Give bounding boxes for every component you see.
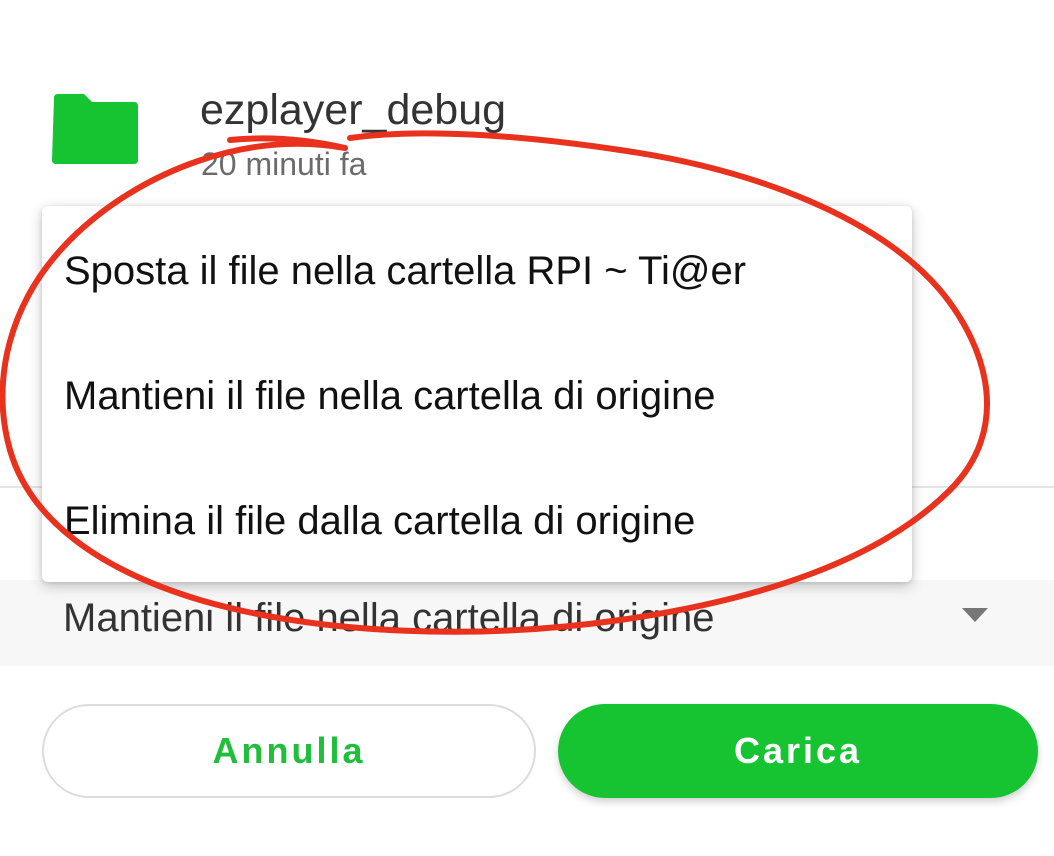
- menu-item-move[interactable]: Sposta il file nella cartella RPI ~ Ti@e…: [42, 209, 912, 334]
- menu-item-delete[interactable]: Elimina il file dalla cartella di origin…: [42, 459, 912, 584]
- menu-item-keep[interactable]: Mantieni il file nella cartella di origi…: [42, 334, 912, 459]
- upload-button[interactable]: Carica: [558, 704, 1038, 798]
- select-value: Mantieni il file nella cartella di origi…: [63, 596, 715, 640]
- cancel-button[interactable]: Annulla: [42, 704, 536, 798]
- dropdown-arrow-icon: [962, 608, 988, 622]
- file-name: ezplayer_debug: [200, 86, 507, 134]
- folder-icon: [52, 94, 138, 164]
- file-timestamp: 20 minuti fa: [201, 146, 367, 182]
- file-action-select[interactable]: Mantieni il file nella cartella di origi…: [0, 580, 1054, 666]
- upload-dialog: ezplayer_debug 20 minuti fa Mantieni il …: [0, 0, 1054, 856]
- file-action-menu: Sposta il file nella cartella RPI ~ Ti@e…: [42, 206, 912, 582]
